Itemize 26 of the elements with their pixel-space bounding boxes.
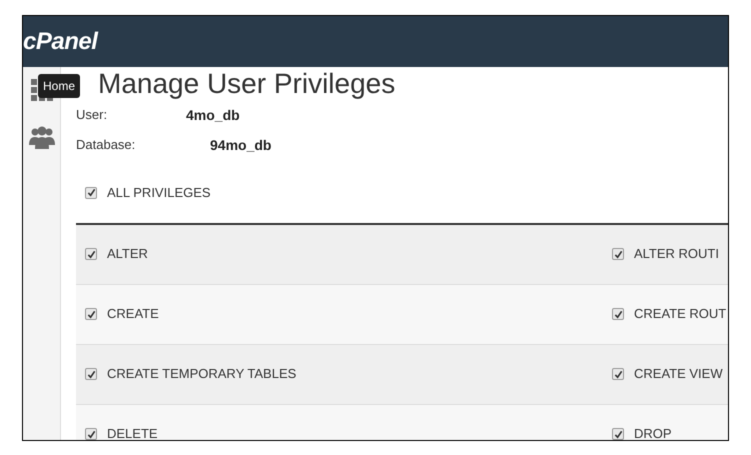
privilege-label: DELETE: [107, 425, 158, 440]
privilege-label: ALTER ROUTI: [634, 245, 719, 264]
checkbox[interactable]: [85, 186, 97, 199]
privilege-label: CREATE VIEW: [634, 365, 723, 384]
home-tooltip: Home: [38, 74, 80, 98]
privilege-label: CREATE TEMPORARY TABLES: [107, 365, 296, 384]
users-icon[interactable]: [28, 125, 54, 149]
field-value: 94mo_db: [210, 136, 272, 154]
field-value: 4mo_db: [186, 106, 240, 124]
privilege-label: ALL PRIVILEGES: [107, 184, 211, 202]
privilege-label: ALTER: [107, 245, 148, 264]
privilege-label: DROP: [634, 425, 672, 440]
checkbox[interactable]: [612, 308, 624, 320]
privilege-label: CREATE: [107, 305, 159, 324]
checkbox[interactable]: [85, 308, 97, 320]
checkbox[interactable]: [85, 428, 97, 440]
checkbox[interactable]: [85, 368, 97, 380]
checkbox[interactable]: [612, 428, 624, 440]
checkbox[interactable]: [612, 248, 624, 260]
page-title: Manage User Privileges: [98, 69, 396, 99]
cpanel-logo[interactable]: cPanel: [23, 24, 98, 60]
checkbox[interactable]: [612, 368, 624, 380]
field-label: Database:: [76, 136, 136, 154]
checkbox[interactable]: [85, 248, 97, 260]
privilege-label: CREATE ROUT: [634, 305, 726, 324]
field-label: User:: [76, 106, 108, 124]
